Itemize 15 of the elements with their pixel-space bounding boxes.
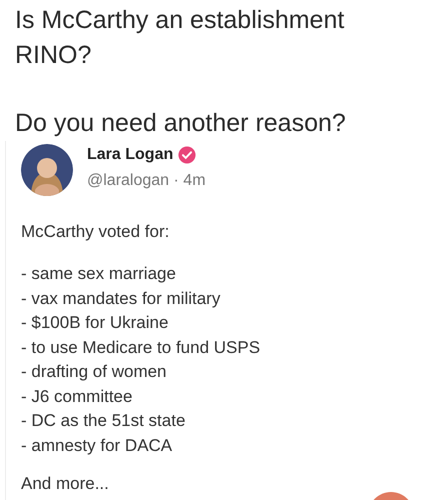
list-item: - same sex marriage — [21, 263, 177, 285]
avatar — [21, 144, 73, 196]
tweet-text: And more... — [21, 474, 109, 494]
list-item: - to use Medicare to fund USPS — [21, 336, 262, 358]
list-item: - J6 committee — [21, 386, 134, 408]
tweet-text: McCarthy voted for: — [21, 222, 170, 242]
list-item: - amnesty for DACA — [21, 434, 174, 456]
post-text: Is McCarthy an establishment RINO? — [15, 5, 346, 71]
list-item: - DC as the 51st state — [21, 410, 186, 432]
list-item: - drafting of women — [21, 361, 168, 383]
author-handle: @laralogan · 4m — [87, 172, 206, 190]
list-item: - vax mandates for military — [21, 288, 222, 310]
post-text: Do you need another reason? — [15, 108, 347, 139]
author-name: Lara Logan — [87, 146, 174, 164]
list-item: - $100B for Ukraine — [21, 312, 170, 334]
